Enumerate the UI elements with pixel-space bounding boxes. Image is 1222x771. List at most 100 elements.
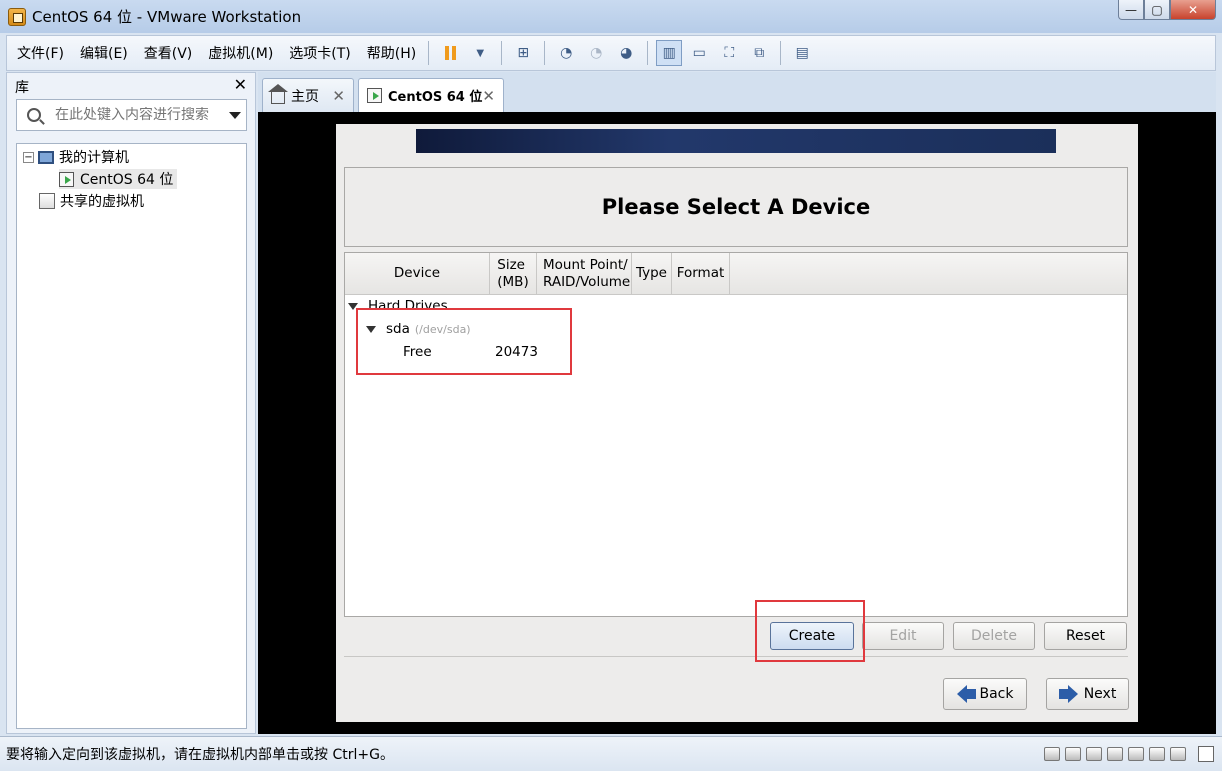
menu-tabs[interactable]: 选项卡(T): [283, 43, 356, 63]
title-bar: CentOS 64 位 - VMware Workstation — ▢ ✕: [0, 0, 1222, 33]
tree-item-label: 我的计算机: [59, 150, 129, 166]
menu-file[interactable]: 文件(F): [11, 43, 70, 63]
tab-home[interactable]: 主页 ✕: [262, 78, 354, 112]
thumbnail-button[interactable]: ▭: [686, 40, 712, 66]
library-tree: − 我的计算机 CentOS 64 位 共享的虚拟机: [16, 143, 247, 729]
message-log-icon[interactable]: [1198, 746, 1214, 762]
revert-snapshot-button[interactable]: ◔: [583, 40, 609, 66]
menu-vm[interactable]: 虚拟机(M): [202, 43, 279, 63]
home-icon: [268, 83, 288, 104]
close-button[interactable]: ✕: [1170, 0, 1216, 20]
menu-bar: 文件(F) 编辑(E) 查看(V) 虚拟机(M) 选项卡(T) 帮助(H) ▼ …: [6, 35, 1216, 71]
status-bar: 要将输入定向到该虚拟机，请在虚拟机内部单击或按 Ctrl+G。: [0, 736, 1222, 771]
search-input[interactable]: [55, 107, 223, 123]
vm-icon: [59, 171, 74, 187]
tree-item-label: 共享的虚拟机: [60, 194, 144, 210]
back-button[interactable]: Back: [943, 678, 1027, 710]
tree-item-shared[interactable]: 共享的虚拟机: [39, 191, 144, 211]
delete-button[interactable]: Delete: [953, 622, 1035, 650]
network-adapter-icon[interactable]: [1086, 747, 1102, 761]
pause-button[interactable]: [437, 40, 463, 66]
column-label: Format: [676, 265, 725, 281]
pause-dropdown[interactable]: ▼: [467, 40, 493, 66]
snapshot-manager-button[interactable]: ◕: [613, 40, 639, 66]
minimize-button[interactable]: —: [1118, 0, 1144, 20]
arrow-shaft: [1058, 689, 1068, 699]
page-title: Please Select A Device: [601, 195, 871, 219]
column-format[interactable]: Format: [672, 253, 730, 295]
highlight-box-free-space: [356, 308, 572, 375]
vm-icon: [367, 88, 382, 103]
menu-edit[interactable]: 编辑(E): [74, 43, 134, 63]
pause-icon: [444, 46, 456, 60]
edit-button[interactable]: Edit: [862, 622, 944, 650]
tree-item-my-computer[interactable]: − 我的计算机: [23, 147, 129, 167]
unity-button[interactable]: ⧉: [746, 40, 772, 66]
tree-item-label: CentOS 64 位: [80, 172, 174, 188]
vm-console[interactable]: Please Select A Device Device Size (MB) …: [258, 112, 1216, 734]
tab-bar: 主页 ✕ CentOS 64 位 ✕: [258, 72, 1216, 112]
toolbar-separator: [501, 41, 503, 65]
installer-window: Please Select A Device Device Size (MB) …: [336, 124, 1138, 722]
collapse-icon[interactable]: −: [23, 151, 34, 163]
library-view-button[interactable]: ▥: [656, 40, 683, 66]
next-button[interactable]: Next: [1046, 678, 1129, 710]
search-icon: [27, 108, 41, 122]
usb-controller-icon[interactable]: [1107, 747, 1123, 761]
close-icon[interactable]: ✕: [332, 87, 345, 105]
maximize-button[interactable]: ▢: [1144, 0, 1170, 20]
window-controls: — ▢ ✕: [1118, 0, 1216, 20]
fullscreen-button[interactable]: ⛶: [716, 40, 742, 66]
column-type[interactable]: Type: [632, 253, 672, 295]
unity-icon: ⧉: [754, 45, 765, 61]
toolbar-separator: [428, 41, 430, 65]
tree-item-centos[interactable]: CentOS 64 位: [59, 169, 178, 189]
library-close-icon[interactable]: ✕: [234, 75, 247, 94]
library-pane: 库 ✕ − 我的计算机 CentOS 64 位 共享的虚拟机: [6, 72, 256, 734]
snapshot-icon: ◔: [560, 45, 573, 61]
status-message: 要将输入定向到该虚拟机，请在虚拟机内部单击或按 Ctrl+G。: [6, 747, 394, 763]
display-icon[interactable]: [1170, 747, 1186, 761]
divider: [344, 656, 1128, 657]
toolbar-separator: [544, 41, 546, 65]
thumbnail-icon: ▭: [692, 45, 706, 61]
snapshot-button[interactable]: ◔: [553, 40, 579, 66]
library-search[interactable]: [16, 99, 247, 131]
cd-dvd-icon[interactable]: [1065, 747, 1081, 761]
arrow-shaft: [966, 689, 976, 699]
column-size[interactable]: Size (MB): [490, 253, 537, 295]
chevron-down-icon: ▼: [476, 47, 485, 59]
search-dropdown-icon[interactable]: [229, 111, 241, 119]
back-label: Back: [979, 686, 1014, 702]
sound-card-icon[interactable]: [1149, 747, 1165, 761]
revert-snapshot-icon: ◔: [590, 45, 603, 61]
tab-label: 主页: [291, 88, 319, 105]
highlight-box-create: [755, 600, 865, 662]
column-mount[interactable]: Mount Point/ RAID/Volume: [537, 253, 632, 295]
snapshot-manager-icon: ◕: [620, 45, 633, 61]
toolbar-separator: [647, 41, 649, 65]
menu-view[interactable]: 查看(V): [138, 43, 199, 63]
library-view-icon: ▥: [662, 45, 676, 61]
arrow-left-icon: [956, 685, 967, 703]
send-ctrl-alt-del-button[interactable]: ⊞: [510, 40, 536, 66]
column-label: Size (MB): [497, 256, 529, 290]
fullscreen-icon: ⛶: [724, 45, 735, 61]
column-label: Mount Point/ RAID/Volume: [543, 256, 631, 290]
column-filler: [730, 253, 1127, 295]
column-label: Type: [635, 265, 667, 281]
hard-disk-icon[interactable]: [1044, 747, 1060, 761]
printer-icon[interactable]: [1128, 747, 1144, 761]
installer-banner: [416, 129, 1056, 153]
menu-help[interactable]: 帮助(H): [361, 43, 422, 63]
tab-label: CentOS 64 位: [388, 90, 483, 105]
column-device[interactable]: Device: [345, 253, 490, 295]
next-label: Next: [1083, 686, 1117, 702]
vmware-app-icon: [8, 7, 26, 26]
window-title: CentOS 64 位 - VMware Workstation: [32, 8, 302, 26]
installer-header: Please Select A Device: [344, 167, 1128, 247]
console-view-button[interactable]: ▤: [789, 40, 815, 66]
close-icon[interactable]: ✕: [482, 87, 495, 105]
reset-button[interactable]: Reset: [1044, 622, 1127, 650]
tab-centos[interactable]: CentOS 64 位 ✕: [358, 78, 504, 112]
